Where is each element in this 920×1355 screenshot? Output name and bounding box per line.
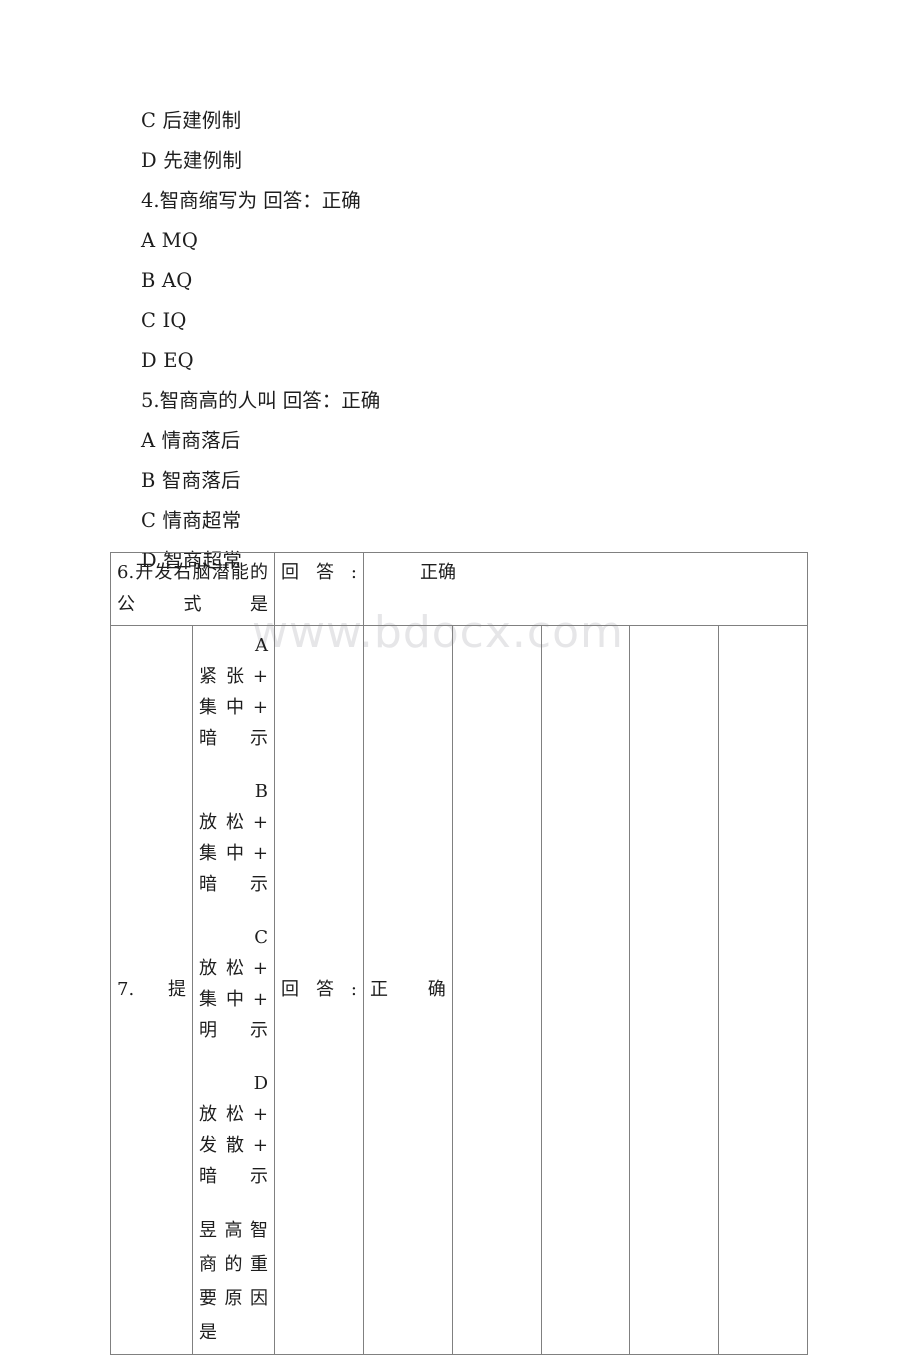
option-block-d: D 放松+ 发散+ 暗示 [199,1068,268,1192]
option-line: 放松+ [199,1104,268,1125]
option-letter: D [253,1073,268,1094]
option-block-a: A 紧张+ 集中+ 暗示 [199,630,268,754]
option-line: 集中+ [199,697,268,718]
question-table: 6.开发右脑潜能的公式是 回答: 正确 7.提 A 紧张+ 集中+ 暗示 B 放… [110,552,808,1355]
option-block-b: B 放松+ 集中+ 暗示 [199,776,268,900]
question-line: C 情商超常 [141,509,242,532]
question-list: C 后建例制 D 先建例制 4.智商缩写为 回答：正确 A MQ B AQ C … [141,101,781,581]
question-line: C 后建例制 [141,109,242,132]
table-cell-question-stem: 6.开发右脑潜能的公式是 [110,552,275,626]
option-line: 发散+ [199,1135,268,1156]
question-line: B 智商落后 [141,469,241,492]
table-cell-empty [540,625,631,1355]
question-stem: 5.智商高的人叫 回答：正确 [141,389,381,412]
table-cell-question-number: 7.提 [110,625,193,1355]
table-cell-answer-label: 回答: [274,552,364,626]
option-trailing-text: 昱高智商的重要原因是 [199,1220,268,1343]
question-line: D EQ [141,349,194,372]
document-page: C 后建例制 D 先建例制 4.智商缩写为 回答：正确 A MQ B AQ C … [0,0,920,1355]
option-line: 放松+ [199,958,268,979]
question-line: C IQ [141,309,187,332]
question-line: A 情商落后 [141,429,241,452]
table-cell-empty [451,625,542,1355]
question-line: D 先建例制 [141,149,243,172]
option-line: 放松+ [199,812,268,833]
table-cell-answer-label: 回答: [274,625,364,1355]
table-cell-empty [629,625,720,1355]
option-line: 集中+ [199,989,268,1010]
option-line: 集中+ [199,843,268,864]
option-line: 暗示 [199,728,268,749]
table-cell-result: 正确 [363,625,453,1355]
option-letter: A [255,635,268,656]
option-letter: C [254,927,268,948]
table-cell-options: A 紧张+ 集中+ 暗示 B 放松+ 集中+ 暗示 C 放松+ 集中+ 明示 D… [192,625,275,1355]
table-row: 6.开发右脑潜能的公式是 回答: 正确 [110,552,808,626]
table-cell-result: 正确 [363,552,808,626]
question-line: A MQ [141,229,199,252]
question-line: B AQ [141,269,193,292]
option-line: 紧张+ [199,666,268,687]
table-cell-empty [718,625,808,1355]
option-line: 明示 [199,1020,268,1041]
option-line: 暗示 [199,874,268,895]
question-stem: 4.智商缩写为 回答：正确 [141,189,361,212]
table-row: 7.提 A 紧张+ 集中+ 暗示 B 放松+ 集中+ 暗示 C 放松+ 集中+ … [110,625,808,1355]
option-block-c: C 放松+ 集中+ 明示 [199,922,268,1046]
option-letter: B [254,781,268,802]
option-line: 暗示 [199,1166,268,1187]
